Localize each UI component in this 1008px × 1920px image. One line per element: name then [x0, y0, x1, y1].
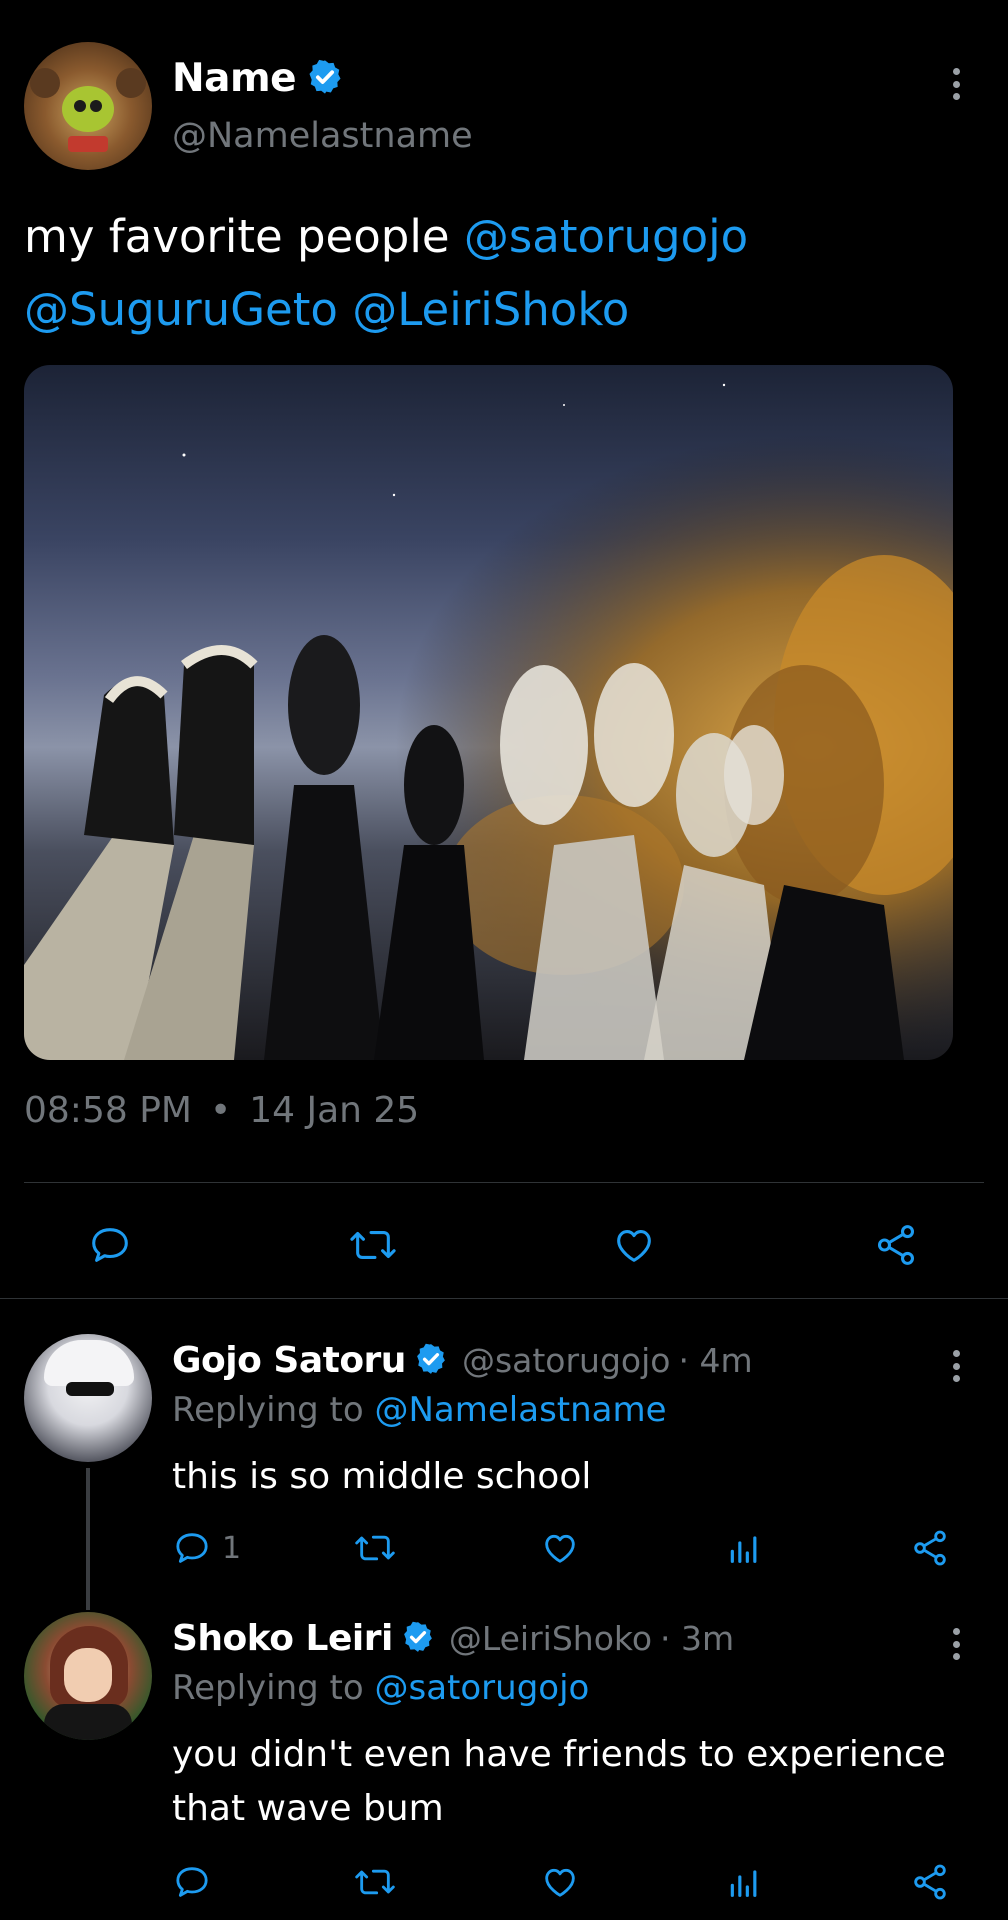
- author-name-row: Name: [172, 56, 344, 101]
- reply-age: · 4m: [678, 1341, 753, 1380]
- reply-header: Gojo Satoru @satorugojo · 4m: [172, 1340, 753, 1381]
- replying-to-label: Replying to: [172, 1668, 375, 1708]
- reply-icon: [172, 1528, 212, 1568]
- reply-count: 1: [222, 1530, 242, 1566]
- reply-text: you didn't even have friends to experien…: [172, 1734, 946, 1829]
- tweet-detail-page: Name @Namelastname my favorite people @s…: [0, 0, 1008, 1920]
- mention-link[interactable]: @LeiriShoko: [352, 283, 629, 336]
- replying-to-link[interactable]: @satorugojo: [375, 1668, 590, 1708]
- avatar-ear-left: [30, 68, 60, 98]
- divider: [0, 1298, 1008, 1299]
- replying-to: Replying to @satorugojo: [172, 1668, 589, 1708]
- verified-badge-icon: [401, 1620, 435, 1658]
- tweet-date: 14 Jan 25: [249, 1090, 420, 1131]
- like-button[interactable]: [610, 1222, 658, 1268]
- like-button[interactable]: [540, 1862, 580, 1902]
- reply-avatar[interactable]: [24, 1612, 152, 1740]
- avatar-hair: [44, 1340, 134, 1386]
- avatar-glasses: [66, 1382, 114, 1396]
- avatar-bow: [68, 136, 108, 152]
- mention-link[interactable]: @SuguruGeto: [24, 283, 338, 336]
- tweet-timestamp[interactable]: 08:58 PM • 14 Jan 25: [24, 1090, 419, 1131]
- retweet-button[interactable]: [346, 1222, 400, 1268]
- tweet-photo[interactable]: [24, 365, 953, 1060]
- avatar-eye-left: [74, 100, 86, 112]
- views-icon: [724, 1862, 764, 1902]
- avatar-face: [64, 1648, 112, 1702]
- verified-badge-icon: [306, 58, 344, 100]
- share-button[interactable]: [872, 1222, 920, 1268]
- reply-author-handle[interactable]: @satorugojo: [462, 1341, 671, 1380]
- reply-author-name[interactable]: Gojo Satoru: [172, 1340, 406, 1381]
- retweet-icon: [352, 1528, 398, 1568]
- avatar-ear-right: [116, 68, 146, 98]
- share-button[interactable]: [910, 1528, 950, 1568]
- share-icon: [910, 1862, 950, 1902]
- thread-connector-line: [86, 1468, 90, 1610]
- reply-avatar[interactable]: [24, 1334, 152, 1462]
- share-icon: [910, 1528, 950, 1568]
- reply-button[interactable]: [86, 1222, 134, 1268]
- share-button[interactable]: [910, 1862, 950, 1902]
- tweet-action-bar: [0, 1210, 1008, 1270]
- share-icon: [872, 1222, 920, 1268]
- timestamp-separator: •: [209, 1090, 232, 1131]
- more-options-icon[interactable]: [946, 64, 966, 104]
- verified-badge-icon: [414, 1342, 448, 1380]
- main-tweet-header: Name @Namelastname: [24, 42, 984, 170]
- views-icon: [724, 1528, 764, 1568]
- reply-author-handle[interactable]: @LeiriShoko: [449, 1619, 652, 1658]
- reply-icon: [86, 1222, 134, 1268]
- retweet-icon: [352, 1862, 398, 1902]
- reply-button[interactable]: 1: [172, 1528, 241, 1568]
- reply-author-name[interactable]: Shoko Leiri: [172, 1618, 393, 1659]
- retweet-icon: [346, 1222, 400, 1268]
- tweet-time: 08:58 PM: [24, 1090, 192, 1131]
- replying-to-link[interactable]: @Namelastname: [375, 1390, 667, 1430]
- more-options-icon[interactable]: [946, 1624, 966, 1664]
- replying-to: Replying to @Namelastname: [172, 1390, 667, 1430]
- author-handle[interactable]: @Namelastname: [172, 116, 473, 156]
- retweet-button[interactable]: [352, 1862, 398, 1902]
- views-button[interactable]: [724, 1528, 764, 1568]
- reply-button[interactable]: [172, 1862, 212, 1902]
- views-button[interactable]: [724, 1862, 764, 1902]
- author-name[interactable]: Name: [172, 56, 297, 101]
- replying-to-label: Replying to: [172, 1390, 375, 1430]
- like-icon: [540, 1862, 580, 1902]
- divider: [24, 1182, 984, 1183]
- reply-header: Shoko Leiri @LeiriShoko · 3m: [172, 1618, 734, 1659]
- more-options-icon[interactable]: [946, 1346, 966, 1386]
- photo-illustration: [24, 365, 953, 1060]
- like-icon: [540, 1528, 580, 1568]
- avatar-eye-right: [90, 100, 102, 112]
- reply-age: · 3m: [660, 1619, 735, 1658]
- avatar-body: [44, 1704, 132, 1740]
- reply-icon: [172, 1862, 212, 1902]
- like-icon: [610, 1222, 658, 1268]
- reply-text: this is so middle school: [172, 1456, 592, 1497]
- like-button[interactable]: [540, 1528, 580, 1568]
- tweet-text: my favorite people @satorugojo @SuguruGet…: [24, 200, 964, 346]
- avatar-face: [62, 86, 114, 132]
- tweet-text-body: my favorite people: [24, 210, 464, 263]
- author-avatar[interactable]: [24, 42, 152, 170]
- retweet-button[interactable]: [352, 1528, 398, 1568]
- mention-link[interactable]: @satorugojo: [464, 210, 748, 263]
